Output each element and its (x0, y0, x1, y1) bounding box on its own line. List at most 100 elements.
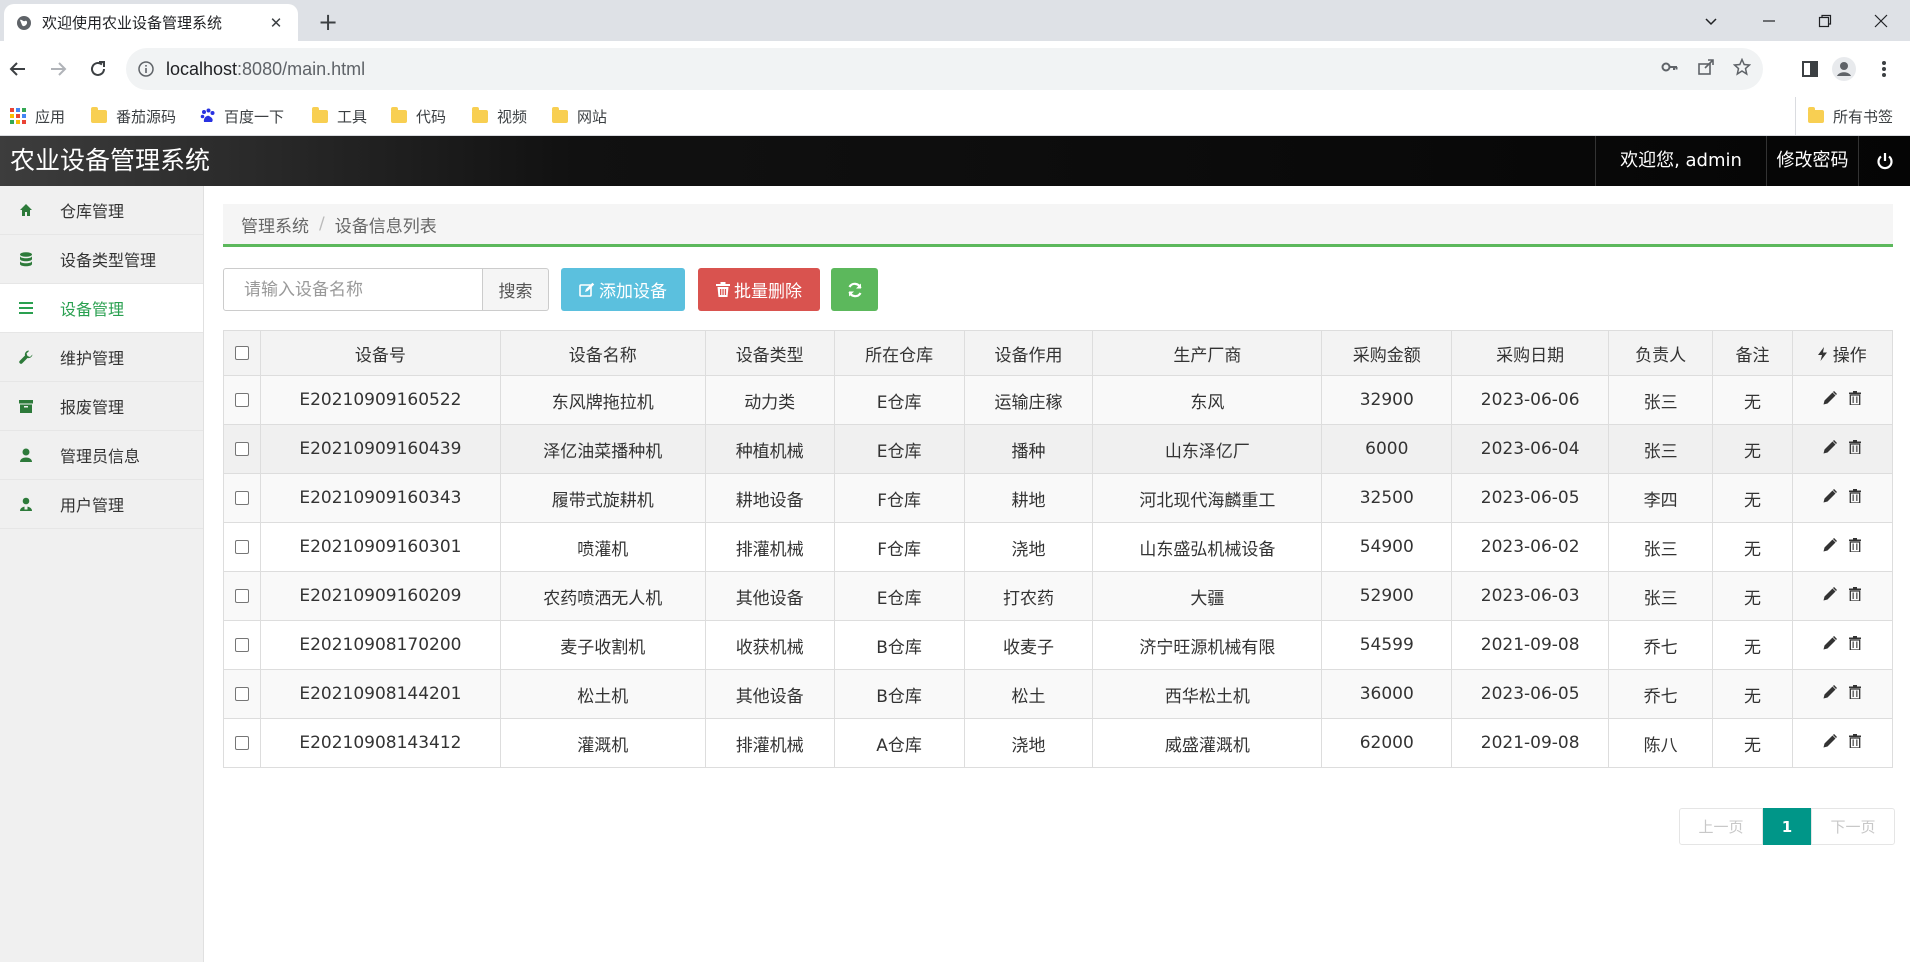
column-header: 设备名称 (499, 330, 706, 376)
all-bookmarks[interactable]: 所有书签 (1795, 97, 1893, 135)
table-row[interactable]: E20210908144201 松土机 其他设备 B仓库 松土 西华松土机 36000 202… (223, 669, 1894, 719)
folder-icon (472, 106, 488, 123)
sidebar-item-scrap[interactable]: 报废管理 (0, 382, 203, 431)
row-checkbox[interactable] (234, 589, 249, 603)
row-select-cell[interactable] (223, 473, 261, 523)
add-device-button[interactable]: 添加设备 (561, 268, 685, 311)
table-row[interactable]: E20210909160522 东风牌拖拉机 动力类 E仓库 运输庄稼 东风 32900 20… (223, 375, 1894, 425)
row-checkbox[interactable] (234, 736, 249, 750)
table-cell: 无 (1712, 522, 1793, 572)
minimize-icon[interactable] (1740, 0, 1798, 41)
row-checkbox[interactable] (234, 687, 249, 701)
sidebar-item-devices[interactable]: 设备管理 (0, 284, 203, 333)
delete-icon[interactable] (1849, 734, 1862, 748)
row-select-cell[interactable] (223, 718, 261, 768)
search-button[interactable]: 搜索 (483, 268, 549, 311)
edit-icon[interactable] (1823, 734, 1838, 748)
share-icon[interactable] (1697, 58, 1715, 80)
row-select-cell[interactable] (223, 522, 261, 572)
edit-icon[interactable] (1823, 489, 1838, 503)
table-cell: 6000 (1321, 424, 1453, 474)
close-tab-icon[interactable]: ✕ (266, 13, 286, 33)
edit-icon[interactable] (1823, 440, 1838, 454)
refresh-button[interactable] (831, 268, 878, 311)
row-checkbox[interactable] (234, 540, 249, 554)
browser-tab[interactable]: 欢迎使用农业设备管理系统 ✕ (4, 4, 298, 41)
device-name-search-input[interactable] (223, 268, 483, 311)
row-select-cell[interactable] (223, 571, 261, 621)
delete-icon[interactable] (1849, 391, 1862, 405)
row-checkbox[interactable] (234, 491, 249, 505)
site-info-icon[interactable] (126, 61, 166, 77)
sidebar-item-label: 设备管理 (60, 300, 125, 319)
table-cell: 泽亿油菜播种机 (499, 424, 706, 474)
row-checkbox[interactable] (234, 393, 249, 407)
row-checkbox[interactable] (234, 442, 249, 456)
table-row[interactable]: E20210908170200 麦子收割机 收获机械 B仓库 收麦子 济宁旺源机械有限 54… (223, 620, 1894, 670)
delete-icon[interactable] (1849, 489, 1862, 503)
bookmark-star-icon[interactable] (1732, 57, 1752, 80)
table-cell: 无 (1712, 571, 1793, 621)
menu-kebab-icon[interactable] (1870, 55, 1898, 83)
table-row[interactable]: E20210909160439 泽亿油菜播种机 种植机械 E仓库 播种 山东泽亿厂 6000… (223, 424, 1894, 474)
change-password-link[interactable]: 修改密码 (1766, 136, 1858, 186)
forward-icon[interactable] (44, 55, 72, 83)
delete-icon[interactable] (1849, 538, 1862, 552)
delete-icon[interactable] (1849, 636, 1862, 650)
side-panel-icon[interactable] (1796, 55, 1824, 83)
select-all-checkbox[interactable] (234, 346, 249, 360)
table-row[interactable]: E20210909160301 喷灌机 排灌机械 F仓库 浇地 山东盛弘机械设备 54900… (223, 522, 1894, 572)
edit-icon[interactable] (1823, 685, 1838, 699)
batch-delete-button[interactable]: 批量删除 (698, 268, 820, 311)
select-all-cell[interactable] (223, 330, 261, 376)
edit-icon[interactable] (1823, 587, 1838, 601)
next-page-button[interactable]: 下一页 (1811, 808, 1895, 845)
logout-button[interactable] (1858, 136, 1910, 186)
table-cell: 2023-06-05 (1451, 473, 1610, 523)
bookmark-code[interactable]: 代码 (391, 97, 446, 135)
sidebar-item-admin-info[interactable]: 管理员信息 (0, 431, 203, 480)
row-select-cell[interactable] (223, 424, 261, 474)
reload-icon[interactable] (84, 55, 112, 83)
row-select-cell[interactable] (223, 669, 261, 719)
sidebar-item-users[interactable]: 用户管理 (0, 480, 203, 529)
table-cell: 2021-09-08 (1451, 718, 1610, 768)
bookmark-baidu[interactable]: 百度一下 (200, 97, 284, 135)
edit-icon[interactable] (1823, 538, 1838, 552)
bookmark-website[interactable]: 网站 (552, 97, 607, 135)
welcome-user[interactable]: 欢迎您, admin (1595, 136, 1766, 186)
delete-icon[interactable] (1849, 440, 1862, 454)
edit-icon[interactable] (1823, 391, 1838, 405)
sidebar-item-maintenance[interactable]: 维护管理 (0, 333, 203, 382)
current-page[interactable]: 1 (1763, 808, 1811, 845)
column-header: 设备类型 (704, 330, 835, 376)
table-row[interactable]: E20210909160343 履带式旋耕机 耕地设备 F仓库 耕地 河北现代海麟重工 32… (223, 473, 1894, 523)
row-select-cell[interactable] (223, 620, 261, 670)
bookmark-video[interactable]: 视频 (472, 97, 527, 135)
delete-icon[interactable] (1849, 685, 1862, 699)
breadcrumb-root[interactable]: 管理系统 (241, 212, 309, 237)
sidebar-item-warehouse[interactable]: 仓库管理 (0, 186, 203, 235)
bookmark-fanqie[interactable]: 番茄源码 (91, 97, 176, 135)
pagination: 上一页 1 下一页 (1679, 808, 1895, 845)
bookmark-apps[interactable]: 应用 (10, 97, 65, 135)
row-select-cell[interactable] (223, 375, 261, 425)
bookmark-tools[interactable]: 工具 (312, 97, 367, 135)
prev-page-button[interactable]: 上一页 (1679, 808, 1763, 845)
key-icon[interactable] (1661, 58, 1679, 80)
profile-avatar-icon[interactable] (1830, 55, 1858, 83)
sidebar-item-device-types[interactable]: 设备类型管理 (0, 235, 203, 284)
new-tab-icon[interactable]: + (314, 8, 342, 36)
edit-icon[interactable] (1823, 636, 1838, 650)
restore-icon[interactable] (1796, 0, 1854, 41)
table-row[interactable]: E20210908143412 灌溉机 排灌机械 A仓库 浇地 威盛灌溉机 62000 202… (223, 718, 1894, 768)
address-bar[interactable]: localhost:8080/main.html (126, 48, 1763, 90)
back-icon[interactable] (4, 55, 32, 83)
close-window-icon[interactable] (1852, 0, 1910, 41)
row-checkbox[interactable] (234, 638, 249, 652)
delete-icon[interactable] (1849, 587, 1862, 601)
table-cell: 大疆 (1092, 571, 1323, 621)
table-cell: 无 (1712, 424, 1793, 474)
tab-search-icon[interactable] (1682, 0, 1740, 41)
table-row[interactable]: E20210909160209 农药喷洒无人机 其他设备 E仓库 打农药 大疆 52900 2… (223, 571, 1894, 621)
